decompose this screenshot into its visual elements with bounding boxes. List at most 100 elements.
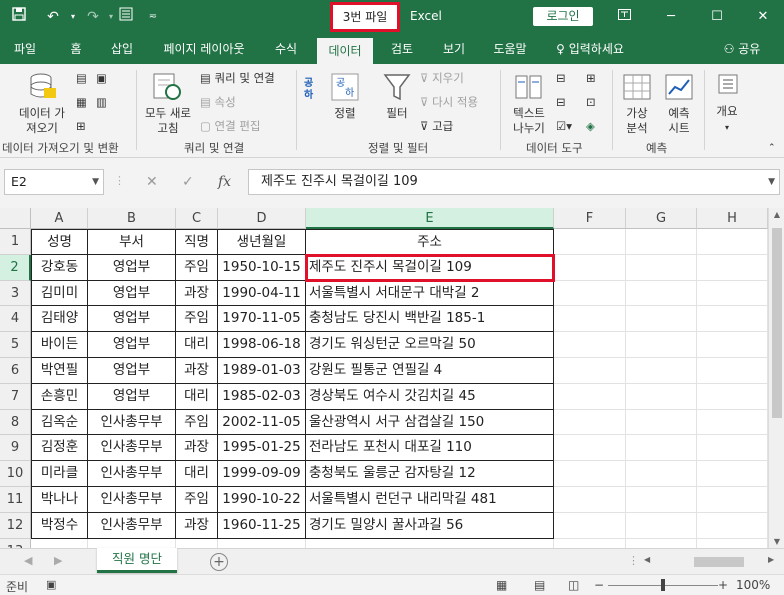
remove-duplicates-icon[interactable]: ⊟ (556, 94, 566, 110)
resize-handle-icon[interactable]: ⋮ (114, 174, 125, 187)
from-text-icon[interactable]: ▤ (76, 70, 87, 86)
table-cell[interactable]: 강원도 필통군 연필길 4 (306, 358, 554, 384)
table-cell[interactable]: 1970-11-05 (218, 306, 306, 333)
normal-view-icon[interactable]: ▦ (496, 578, 507, 592)
what-if-button[interactable]: 가상 분석 (614, 106, 660, 136)
table-cell[interactable] (697, 254, 768, 281)
flash-fill-icon[interactable]: ⊟ (556, 70, 566, 86)
table-cell[interactable] (554, 409, 626, 436)
table-cell[interactable]: 바이든 (31, 332, 88, 358)
row-header-11[interactable]: 11 (0, 487, 31, 513)
chevron-down-icon[interactable]: ▼ (92, 170, 99, 194)
table-cell[interactable]: 1999-09-09 (218, 461, 306, 487)
outline-button[interactable]: 개요 (708, 104, 746, 119)
table-cell[interactable]: 대리 (176, 461, 218, 487)
horizontal-scrollbar[interactable]: ◀ ▶ (640, 555, 780, 569)
outline-dropdown-icon[interactable]: ▾ (708, 120, 746, 135)
table-cell[interactable] (626, 254, 697, 281)
horizontal-scroll-thumb[interactable] (694, 557, 744, 567)
tab-file[interactable]: 파일 (0, 34, 50, 64)
sort-az-icon[interactable]: 공하 (304, 78, 313, 102)
table-cell[interactable] (554, 435, 626, 462)
table-cell[interactable]: 과장 (176, 512, 218, 539)
header-cell[interactable]: 주소 (306, 229, 554, 255)
row-header-4[interactable]: 4 (0, 306, 31, 333)
table-cell[interactable]: 인사총무부 (88, 487, 176, 513)
zoom-out-icon[interactable]: − (594, 578, 604, 592)
table-cell[interactable]: 인사총무부 (88, 512, 176, 539)
collapse-ribbon-icon[interactable]: ⌃ (768, 140, 776, 156)
table-cell[interactable]: 1990-04-11 (218, 280, 306, 307)
table-cell[interactable] (554, 512, 626, 539)
page-break-view-icon[interactable]: ◫ (568, 578, 579, 592)
table-cell[interactable]: 경상북도 여수시 갓김치길 45 (306, 383, 554, 410)
row-header-2[interactable]: 2 (0, 254, 31, 281)
table-cell[interactable] (218, 538, 306, 548)
table-cell[interactable] (306, 538, 554, 548)
table-cell[interactable]: 인사총무부 (88, 435, 176, 462)
table-cell[interactable] (626, 409, 697, 436)
table-cell[interactable]: 박연필 (31, 358, 88, 384)
filter-button[interactable]: 필터 (378, 106, 416, 121)
tab-insert[interactable]: 삽입 (100, 34, 144, 64)
header-cell[interactable]: 직명 (176, 229, 218, 255)
table-cell[interactable] (697, 538, 768, 548)
data-validation-icon[interactable]: ☑▾ (556, 118, 572, 134)
login-button[interactable]: 로그인 (533, 7, 593, 26)
tab-home[interactable]: 홈 (58, 34, 94, 64)
tab-review[interactable]: 검토 (380, 34, 424, 64)
spreadsheet-grid[interactable]: A B C D E F G H 1 성명 부서 직명 생년월일 주소 2 강호동 영업부 주임 1950-10-15… (0, 208, 768, 548)
row-header-6[interactable]: 6 (0, 358, 31, 384)
ribbon-display-icon[interactable] (609, 6, 639, 28)
clear-filter-button[interactable]: ⊽ 지우기 (420, 70, 464, 86)
resize-handle-icon[interactable]: ⋮ (628, 554, 639, 567)
select-all-button[interactable] (0, 208, 31, 229)
table-cell[interactable]: 영업부 (88, 306, 176, 333)
table-cell[interactable] (626, 461, 697, 487)
from-table-icon[interactable]: ▦ (76, 94, 87, 110)
forecast-sheet-button[interactable]: 예측 시트 (658, 106, 700, 136)
table-cell[interactable]: 강호동 (31, 254, 88, 281)
header-cell[interactable]: 성명 (31, 229, 88, 255)
tell-me-box[interactable]: ♀ 입력하세요 (544, 34, 636, 64)
column-header-g[interactable]: G (626, 208, 697, 229)
formula-input[interactable]: 제주도 진주시 목걸이길 109 ▼ (248, 169, 780, 195)
table-cell[interactable] (554, 280, 626, 307)
zoom-level[interactable]: 100% (736, 578, 770, 592)
expand-formula-icon[interactable]: ▼ (768, 170, 775, 194)
table-cell[interactable]: 주임 (176, 487, 218, 513)
table-cell[interactable] (554, 487, 626, 513)
table-cell[interactable] (554, 383, 626, 410)
save-icon[interactable] (8, 6, 30, 28)
table-cell[interactable]: 주임 (176, 409, 218, 436)
tab-data[interactable]: 데이터 (317, 38, 373, 64)
column-header-f[interactable]: F (554, 208, 626, 229)
header-cell[interactable]: 부서 (88, 229, 176, 255)
table-cell[interactable]: 울산광역시 서구 삼겹살길 150 (306, 409, 554, 436)
properties-button[interactable]: ▤ 속성 (200, 94, 236, 110)
row-header-12[interactable]: 12 (0, 512, 31, 539)
row-header-8[interactable]: 8 (0, 409, 31, 436)
column-header-h[interactable]: H (697, 208, 768, 229)
header-cell[interactable]: 생년월일 (218, 229, 306, 255)
from-web-icon[interactable]: ▣ (96, 70, 107, 86)
add-sheet-button[interactable]: + (210, 553, 228, 571)
page-layout-view-icon[interactable]: ▤ (534, 578, 545, 592)
get-data-button[interactable]: 데이터 가 져오기 (10, 106, 74, 136)
tab-page-layout[interactable]: 페이지 레이아웃 (152, 34, 256, 64)
table-cell[interactable]: 1990-10-22 (218, 487, 306, 513)
table-cell[interactable]: 박정수 (31, 512, 88, 539)
table-cell[interactable]: 전라남도 포천시 대포길 110 (306, 435, 554, 462)
table-cell[interactable] (626, 358, 697, 384)
table-cell[interactable]: 주임 (176, 306, 218, 333)
table-cell[interactable]: 대리 (176, 332, 218, 358)
table-cell[interactable] (626, 332, 697, 358)
tab-help[interactable]: 도움말 (484, 34, 536, 64)
table-cell[interactable]: 과장 (176, 280, 218, 307)
table-cell[interactable]: 1998-06-18 (218, 332, 306, 358)
column-header-c[interactable]: C (176, 208, 218, 229)
scroll-left-icon[interactable]: ◀ (644, 555, 650, 564)
sort-button[interactable]: 정렬 (328, 106, 362, 121)
advanced-filter-button[interactable]: ⊽ 고급 (420, 118, 453, 134)
form-icon[interactable] (115, 6, 137, 28)
